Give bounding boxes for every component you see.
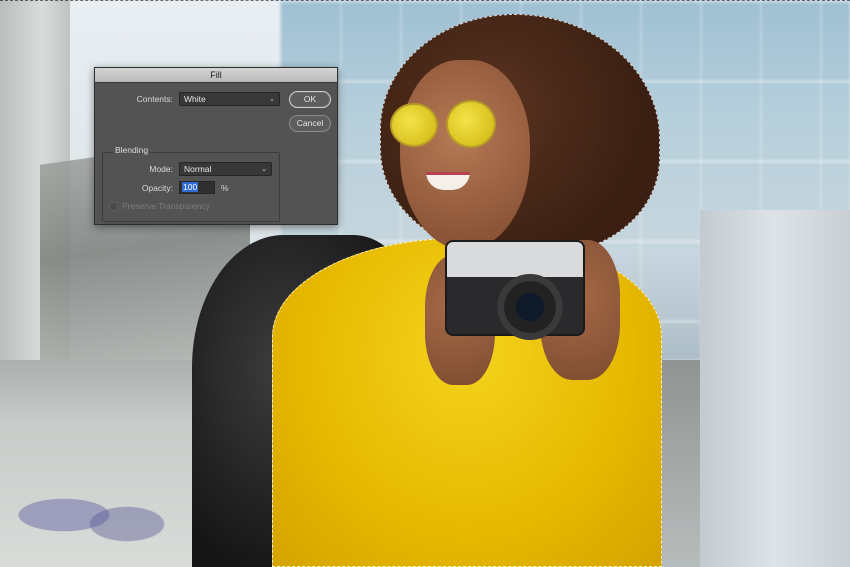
opacity-input[interactable]: 100 (179, 181, 215, 194)
preserve-transparency-row: Preserve Transparency (109, 201, 210, 211)
photo-sunglass-lens-right (446, 100, 496, 148)
opacity-unit: % (221, 182, 229, 193)
photo-camera-lens (497, 274, 563, 340)
blending-group-title: Blending (113, 145, 151, 155)
dialog-title[interactable]: Fill (95, 68, 337, 83)
contents-row: Contents: White ⌄ (105, 92, 280, 106)
photo-sunglass-lens-left (390, 103, 438, 147)
opacity-label: Opacity: (141, 182, 173, 193)
ok-button[interactable]: OK (289, 91, 331, 108)
photo-face (400, 60, 530, 250)
mode-label: Mode: (149, 164, 173, 174)
mode-row: Mode: Normal ⌄ (105, 162, 272, 176)
contents-label: Contents: (136, 94, 173, 104)
contents-select[interactable]: White ⌄ (179, 92, 280, 106)
preserve-transparency-checkbox[interactable] (109, 201, 118, 211)
fill-dialog: Fill Contents: White ⌄ OK Cancel Blendin… (94, 67, 338, 225)
mode-select[interactable]: Normal ⌄ (179, 162, 272, 176)
contents-value: White (184, 94, 206, 104)
cancel-button[interactable]: Cancel (289, 115, 331, 132)
mode-value: Normal (184, 164, 212, 174)
opacity-value: 100 (182, 182, 199, 192)
preserve-transparency-label: Preserve Transparency (122, 201, 210, 211)
chevron-down-icon: ⌄ (269, 96, 275, 103)
opacity-row: Opacity: 100 % (105, 181, 229, 194)
chevron-down-icon: ⌄ (261, 166, 267, 173)
